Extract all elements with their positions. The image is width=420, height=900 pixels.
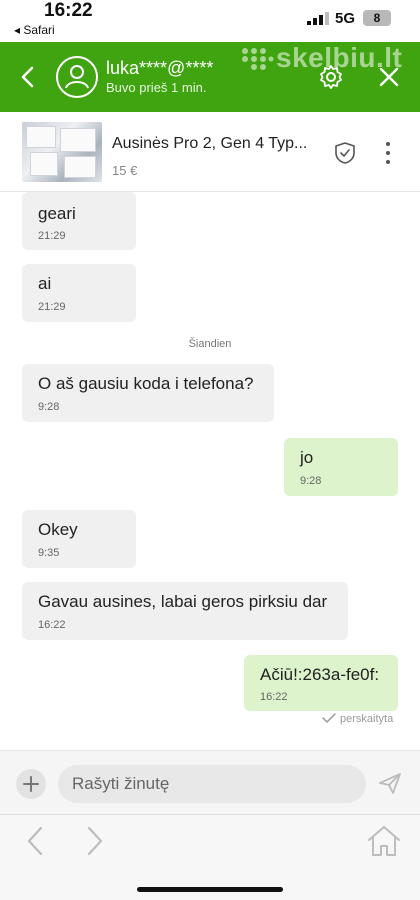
chat-header: luka****@**** Buvo prieš 1 min. skelbiu.… [0, 42, 420, 112]
network-type: 5G [335, 10, 356, 27]
plus-icon [23, 776, 39, 792]
home-indicator [137, 887, 283, 892]
message-list[interactable]: geari 21:29 ai 21:29 Šiandien O aš gausi… [0, 192, 420, 750]
message-time: 9:35 [38, 547, 60, 559]
day-separator: Šiandien [188, 338, 232, 350]
status-time: 16:22 [44, 0, 93, 21]
message-text: ai [38, 274, 52, 293]
browser-toolbar [0, 814, 420, 900]
battery-indicator: 8 [363, 10, 391, 26]
listing-card[interactable]: Ausinės Pro 2, Gen 4 Typ... 15 € [0, 112, 420, 192]
message-bubble-incoming: ai 21:29 [22, 264, 136, 322]
message-time: 21:29 [38, 230, 66, 242]
listing-thumbnail [22, 122, 102, 182]
contact-last-seen: Buvo prieš 1 min. [106, 80, 207, 95]
avatar[interactable] [56, 56, 98, 98]
message-text: jo [300, 448, 314, 467]
message-text: geari [38, 204, 76, 223]
chevron-left-icon[interactable] [18, 64, 38, 90]
message-bubble-incoming: geari 21:29 [22, 192, 136, 250]
more-vertical-icon[interactable] [380, 140, 396, 166]
back-to-safari-link[interactable]: ◂ Safari [14, 23, 55, 37]
message-bubble-incoming: O aš gausiu koda i telefona? 9:28 [22, 364, 274, 422]
message-time: 16:22 [38, 619, 66, 631]
message-input[interactable]: Rašyti žinutę [58, 765, 366, 803]
contact-name: luka****@**** [106, 58, 214, 78]
attach-button[interactable] [16, 769, 46, 799]
message-composer: Rašyti žinutę [0, 750, 420, 814]
message-time: 16:22 [260, 691, 288, 703]
message-bubble-outgoing: Ačiū!:263a-fe0f: 16:22 [244, 655, 398, 711]
back-arrow-icon[interactable] [24, 825, 46, 857]
send-icon[interactable] [378, 771, 402, 795]
read-receipt: perskaityta [340, 713, 394, 725]
message-text: O aš gausiu koda i telefona? [38, 374, 254, 393]
check-icon [322, 713, 336, 723]
message-time: 9:28 [38, 401, 60, 413]
forward-arrow-icon[interactable] [84, 825, 106, 857]
user-avatar-icon [65, 65, 89, 89]
message-text: Gavau ausines, labai geros pirksiu dar [38, 592, 328, 611]
listing-title: Ausinės Pro 2, Gen 4 Typ... [112, 135, 308, 152]
message-time: 9:28 [300, 475, 322, 487]
home-icon[interactable] [366, 823, 402, 859]
status-bar: 16:22 ◂ Safari 5G 8 [0, 0, 420, 42]
signal-icon [307, 12, 329, 25]
gear-icon[interactable] [318, 64, 344, 90]
message-text: Ačiū!:263a-fe0f: [260, 665, 380, 684]
message-bubble-outgoing: jo 9:28 [284, 438, 398, 496]
message-time: 21:29 [38, 301, 66, 313]
brand-dots-icon [242, 48, 274, 70]
message-bubble-incoming: Okey 9:35 [22, 510, 136, 568]
message-text: Okey [38, 520, 78, 539]
close-icon[interactable] [378, 66, 400, 88]
shield-check-icon[interactable] [334, 141, 356, 165]
listing-price: 15 € [112, 163, 138, 178]
message-bubble-incoming: Gavau ausines, labai geros pirksiu dar 1… [22, 582, 348, 640]
